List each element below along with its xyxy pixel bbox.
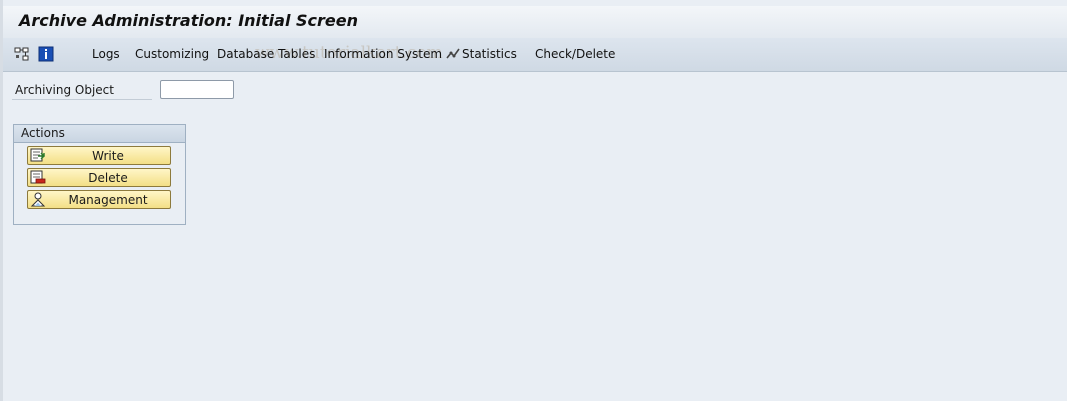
menu-check-delete[interactable]: Check/Delete — [535, 47, 615, 61]
application-toolbar: www.tutorialkart.com Logs Customizing Da… — [3, 38, 1067, 72]
actions-group: Actions Write Delete Management — [13, 124, 186, 225]
archiving-object-input[interactable] — [160, 80, 234, 99]
write-button-label: Write — [92, 149, 124, 163]
menu-customizing[interactable]: Customizing — [135, 47, 209, 61]
archiving-object-label: Archiving Object — [12, 82, 152, 100]
write-icon — [30, 148, 46, 163]
menu-logs[interactable]: Logs — [92, 47, 120, 61]
menu-database-tables[interactable]: Database Tables — [217, 47, 315, 61]
info-icon[interactable] — [38, 46, 54, 62]
archiving-object-label-text: Archiving Object — [15, 83, 114, 97]
management-icon — [30, 192, 46, 207]
hierarchy-icon[interactable] — [14, 46, 30, 62]
title-bar: Archive Administration: Initial Screen — [3, 6, 1067, 39]
management-button-label: Management — [68, 193, 148, 207]
delete-icon — [30, 170, 46, 185]
management-button[interactable]: Management — [27, 190, 171, 209]
page-title: Archive Administration: Initial Screen — [19, 11, 359, 30]
delete-button-label: Delete — [88, 171, 128, 185]
statistics-icon — [445, 46, 461, 62]
menu-information-system[interactable]: Information System — [324, 47, 442, 61]
write-button[interactable]: Write — [27, 146, 171, 165]
delete-button[interactable]: Delete — [27, 168, 171, 187]
menu-statistics[interactable]: Statistics — [462, 47, 517, 61]
actions-group-header: Actions — [14, 125, 185, 143]
actions-group-title: Actions — [21, 126, 65, 140]
